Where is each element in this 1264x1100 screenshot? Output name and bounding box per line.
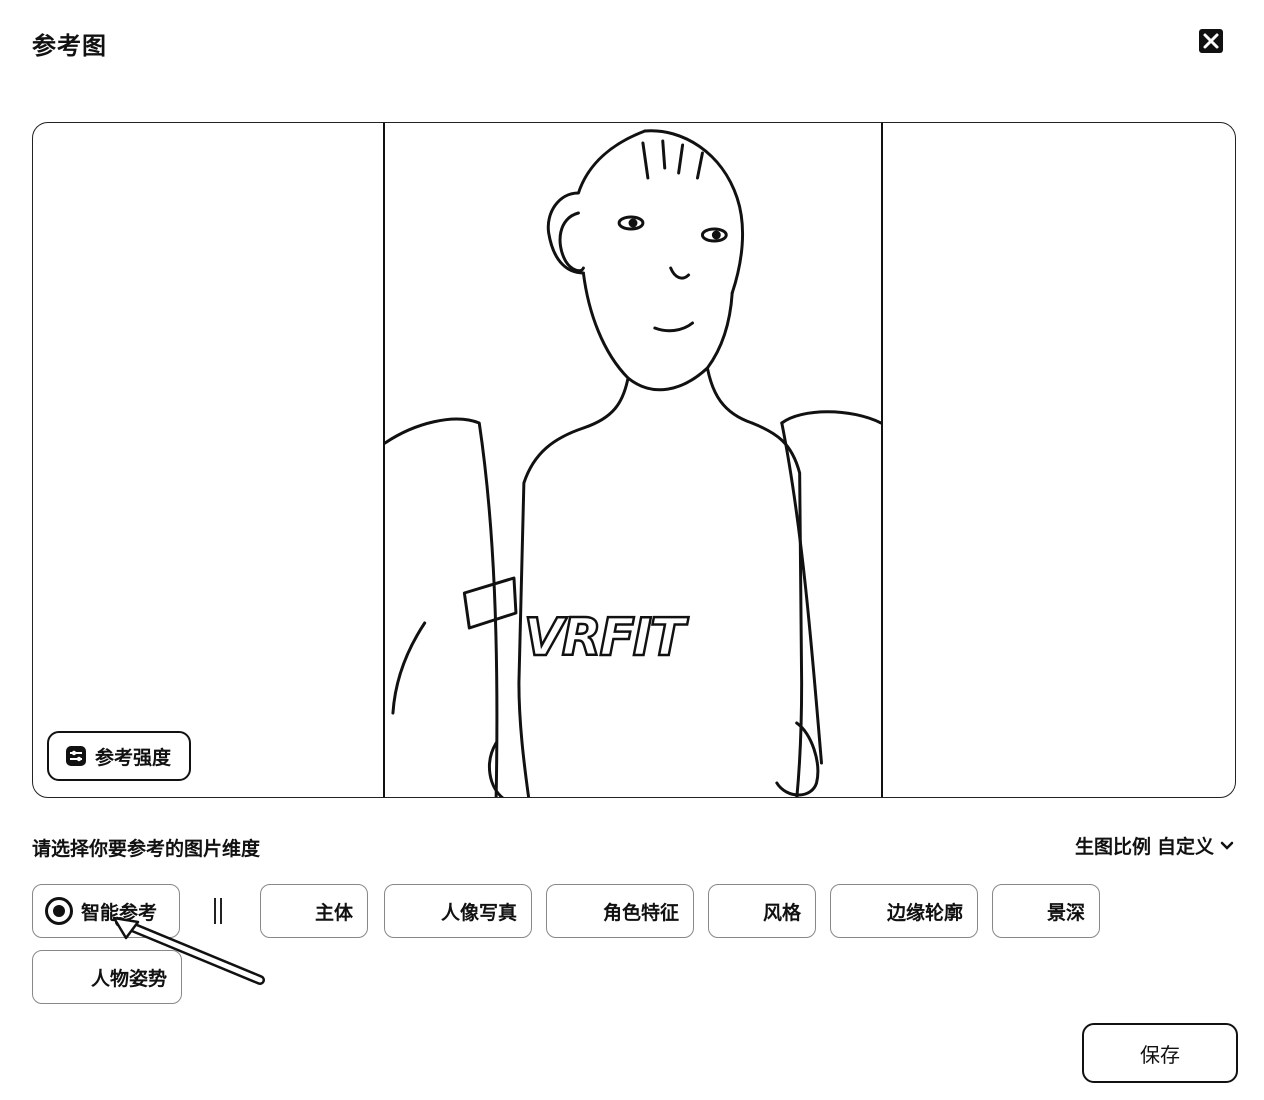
chevron-down-icon	[1220, 841, 1234, 850]
close-icon	[1199, 29, 1223, 53]
sliders-icon	[66, 746, 86, 766]
option-label: 风格	[762, 901, 801, 924]
child-photo-sketch: VRFIT	[385, 129, 881, 797]
option-label: 景深	[1046, 901, 1085, 924]
reference-image: VRFIT	[383, 123, 883, 797]
ratio-value: 自定义	[1156, 836, 1214, 858]
reference-strength-label: 参考强度	[95, 746, 172, 769]
option-character-features[interactable]: 角色特征	[546, 884, 694, 938]
option-portrait[interactable]: 人像写真	[384, 884, 532, 938]
option-style[interactable]: 风格	[708, 884, 816, 938]
option-depth-of-field[interactable]: 景深	[992, 884, 1100, 938]
shirt-logo-text: VRFIT	[524, 608, 689, 668]
option-label: 角色特征	[602, 901, 679, 924]
option-label: 人像写真	[440, 901, 517, 924]
save-button[interactable]: 保存	[1082, 1023, 1238, 1083]
option-edge-outline[interactable]: 边缘轮廓	[830, 884, 978, 938]
close-button[interactable]	[1196, 26, 1226, 56]
option-label: 边缘轮廓	[886, 901, 963, 924]
radio-selected-icon	[45, 897, 73, 925]
dialog-title: 参考图	[32, 32, 107, 60]
option-label: 主体	[314, 901, 353, 924]
ratio-label: 生图比例	[1074, 836, 1151, 858]
reference-preview: VRFIT 参考强度	[32, 122, 1236, 798]
ratio-selector[interactable]: 生图比例 自定义	[1075, 832, 1234, 859]
reference-strength-button[interactable]: 参考强度	[47, 731, 192, 781]
dimension-prompt: 请选择你要参考的图片维度	[32, 838, 261, 860]
annotation-arrow	[112, 916, 265, 985]
